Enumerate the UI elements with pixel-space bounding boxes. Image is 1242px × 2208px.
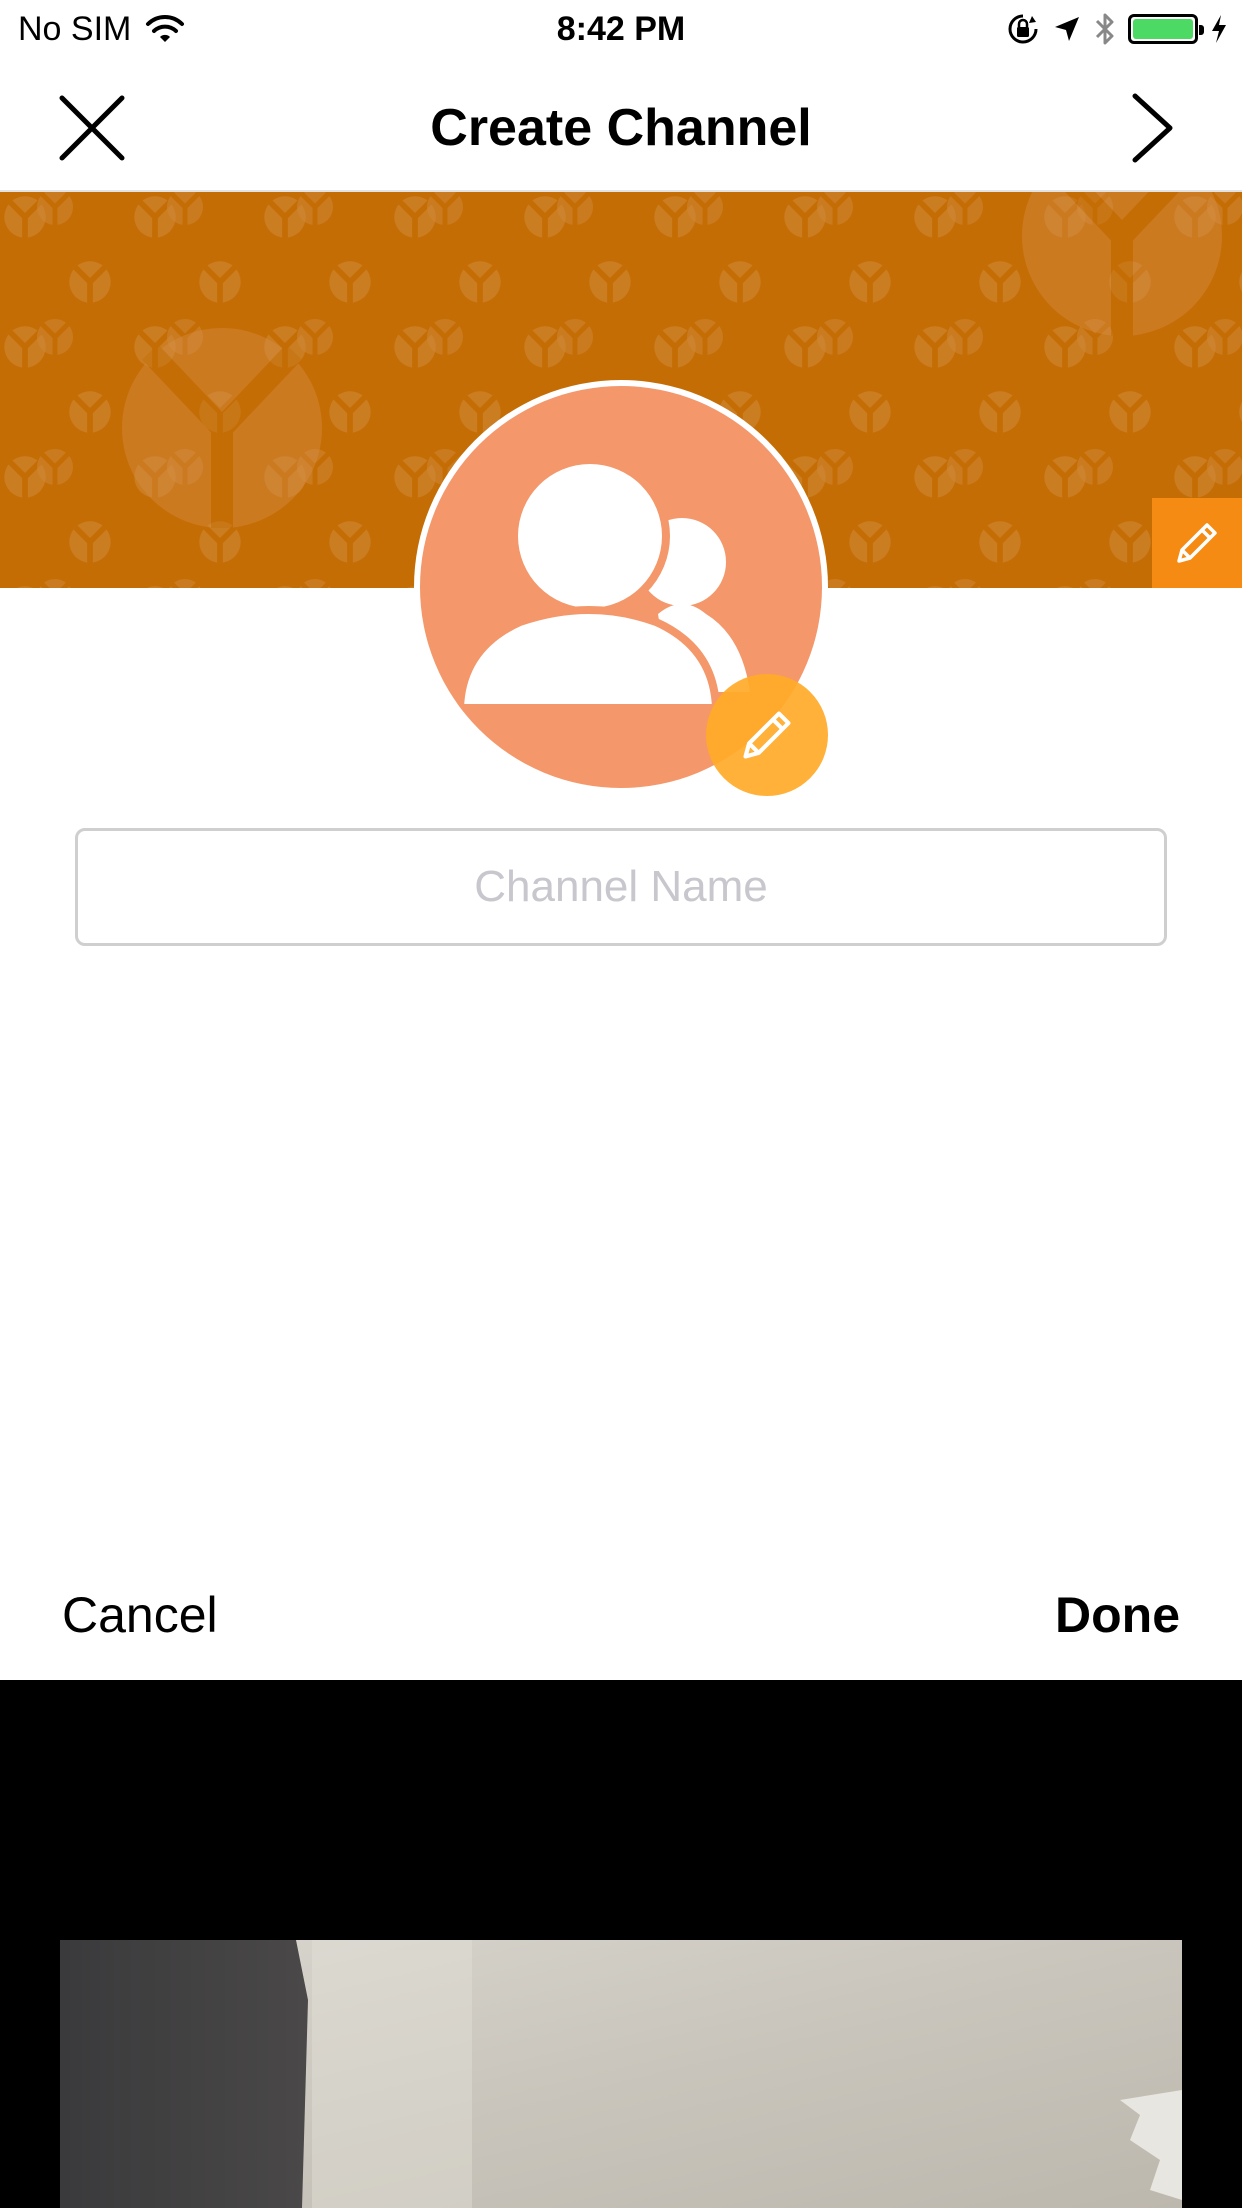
chevron-right-icon[interactable] — [1110, 88, 1190, 168]
channel-name-field[interactable] — [75, 828, 1167, 946]
done-button[interactable]: Done — [1055, 1586, 1180, 1644]
pencil-icon — [743, 711, 791, 759]
page-title: Create Channel — [430, 99, 812, 157]
status-right — [1006, 12, 1228, 46]
location-icon — [1055, 17, 1079, 41]
channel-name-input[interactable] — [78, 831, 1164, 943]
edit-avatar-button[interactable] — [706, 674, 828, 796]
cancel-button[interactable]: Cancel — [62, 1586, 218, 1644]
orientation-lock-icon — [1008, 14, 1038, 44]
status-bar: No SIM 8:42 PM — [0, 0, 1242, 62]
pencil-icon — [1177, 523, 1217, 563]
battery-level — [1133, 19, 1193, 39]
charging-icon — [1212, 15, 1226, 43]
edit-cover-button[interactable] — [1152, 498, 1242, 588]
camera-image — [60, 1940, 1182, 2208]
nav-bar: Create Channel — [0, 62, 1242, 192]
battery-icon — [1128, 14, 1204, 44]
picker-toolbar: Cancel Done — [0, 1570, 1242, 1680]
bluetooth-icon — [1095, 13, 1114, 45]
camera-preview[interactable] — [0, 1680, 1242, 2208]
